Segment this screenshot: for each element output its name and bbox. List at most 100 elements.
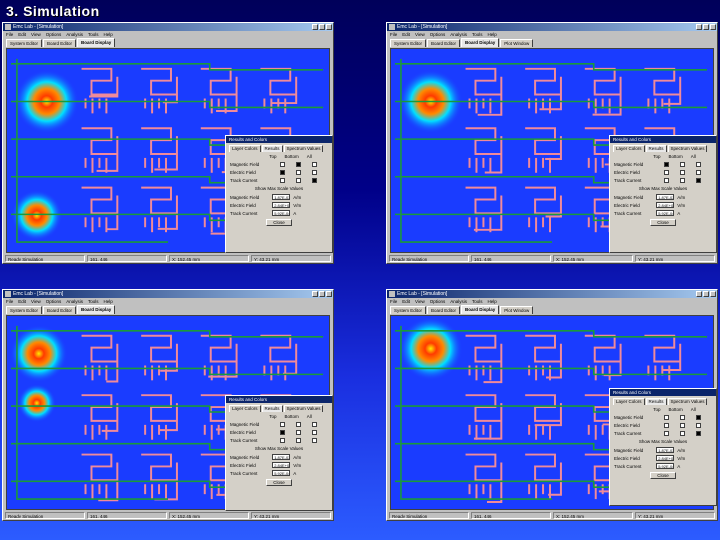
dialog-tab[interactable]: Spectrum Values — [283, 145, 324, 152]
layer-checkbox[interactable] — [696, 177, 702, 183]
layer-checkbox[interactable] — [312, 429, 318, 435]
menu-item[interactable]: File — [6, 31, 13, 38]
layer-checkbox[interactable] — [680, 430, 686, 436]
scale-value-field[interactable]: 2.84E+01 — [272, 462, 291, 468]
menu-item[interactable]: Analysis — [66, 298, 83, 305]
scale-value-field[interactable]: 5.92E-04 — [272, 470, 291, 476]
dialog-title[interactable]: Results and Colors — [226, 136, 332, 143]
layer-checkbox[interactable] — [296, 169, 302, 175]
layer-checkbox[interactable] — [664, 169, 670, 175]
close-button[interactable]: Close — [650, 472, 676, 479]
menu-item[interactable]: Tools — [472, 298, 483, 305]
layer-checkbox[interactable] — [312, 177, 318, 183]
scale-value-field[interactable]: 1.87E-03 — [272, 194, 291, 200]
scale-value-field[interactable]: 1.87E-03 — [272, 454, 291, 460]
menu-item[interactable]: Edit — [402, 31, 410, 38]
layer-checkbox[interactable] — [280, 421, 286, 427]
dialog-title[interactable]: Results and Colors — [226, 396, 332, 403]
layer-checkbox[interactable] — [696, 422, 702, 428]
minimize-icon[interactable] — [312, 24, 318, 30]
scale-value-field[interactable]: 5.92E-04 — [272, 210, 291, 216]
tab[interactable]: Board Display — [77, 38, 116, 47]
tab[interactable]: Board Editor — [427, 306, 461, 314]
dialog-tab[interactable]: Layer Colors — [229, 405, 261, 412]
close-button[interactable]: Close — [266, 219, 292, 226]
minimize-icon[interactable] — [696, 291, 702, 297]
menu-item[interactable]: File — [390, 31, 397, 38]
window-titlebar[interactable]: Emc Lab - [Simulation] — [387, 290, 717, 298]
tab[interactable]: Board Editor — [43, 39, 77, 47]
menu-item[interactable]: Options — [46, 31, 62, 38]
menu-item[interactable]: Options — [430, 31, 446, 38]
dialog-tab[interactable]: Results — [261, 145, 283, 152]
minimize-icon[interactable] — [696, 24, 702, 30]
close-icon[interactable] — [710, 291, 716, 297]
tab[interactable]: Board Display — [77, 305, 116, 314]
tab[interactable]: Plot Window — [500, 39, 534, 47]
window-titlebar[interactable]: Emc Lab - [Simulation] — [3, 23, 333, 31]
layer-checkbox[interactable] — [664, 422, 670, 428]
menu-item[interactable]: Analysis — [450, 298, 467, 305]
layer-checkbox[interactable] — [696, 169, 702, 175]
layer-checkbox[interactable] — [680, 161, 686, 167]
layer-checkbox[interactable] — [280, 437, 286, 443]
menu-item[interactable]: Analysis — [450, 31, 467, 38]
layer-checkbox[interactable] — [680, 169, 686, 175]
close-icon[interactable] — [326, 24, 332, 30]
menu-item[interactable]: View — [415, 31, 425, 38]
close-button[interactable]: Close — [266, 479, 292, 486]
menu-item[interactable]: Tools — [472, 31, 483, 38]
dialog-tab[interactable]: Results — [645, 398, 667, 405]
tab[interactable]: Plot Window — [500, 306, 534, 314]
layer-checkbox[interactable] — [280, 429, 286, 435]
menu-item[interactable]: Edit — [18, 298, 26, 305]
layer-checkbox[interactable] — [680, 177, 686, 183]
menu-item[interactable]: Help — [104, 31, 113, 38]
dialog-tab[interactable]: Layer Colors — [229, 145, 261, 152]
maximize-icon[interactable] — [319, 24, 325, 30]
layer-checkbox[interactable] — [296, 177, 302, 183]
menu-item[interactable]: Help — [488, 31, 497, 38]
scale-value-field[interactable]: 5.92E-04 — [656, 210, 675, 216]
layer-checkbox[interactable] — [312, 161, 318, 167]
tab[interactable]: Board Display — [461, 305, 500, 314]
layer-checkbox[interactable] — [280, 161, 286, 167]
menu-item[interactable]: View — [415, 298, 425, 305]
tab[interactable]: Board Display — [461, 38, 500, 47]
tab[interactable]: System Editor — [6, 306, 43, 314]
layer-checkbox[interactable] — [696, 430, 702, 436]
close-icon[interactable] — [326, 291, 332, 297]
minimize-icon[interactable] — [312, 291, 318, 297]
menu-item[interactable]: Tools — [88, 298, 99, 305]
close-icon[interactable] — [710, 24, 716, 30]
window-titlebar[interactable]: Emc Lab - [Simulation] — [387, 23, 717, 31]
layer-checkbox[interactable] — [280, 169, 286, 175]
tab[interactable]: Board Editor — [427, 39, 461, 47]
menu-item[interactable]: Options — [46, 298, 62, 305]
layer-checkbox[interactable] — [296, 421, 302, 427]
window-titlebar[interactable]: Emc Lab - [Simulation] — [3, 290, 333, 298]
scale-value-field[interactable]: 1.87E-03 — [656, 447, 675, 453]
layer-checkbox[interactable] — [696, 414, 702, 420]
menu-item[interactable]: View — [31, 298, 41, 305]
layer-checkbox[interactable] — [696, 161, 702, 167]
maximize-icon[interactable] — [703, 24, 709, 30]
tab[interactable]: Board Editor — [43, 306, 77, 314]
dialog-tab[interactable]: Results — [645, 145, 667, 152]
maximize-icon[interactable] — [319, 291, 325, 297]
dialog-tab[interactable]: Spectrum Values — [283, 405, 324, 412]
maximize-icon[interactable] — [703, 291, 709, 297]
dialog-tab[interactable]: Layer Colors — [613, 398, 645, 405]
layer-checkbox[interactable] — [680, 422, 686, 428]
layer-checkbox[interactable] — [312, 169, 318, 175]
tab[interactable]: System Editor — [6, 39, 43, 47]
menu-item[interactable]: Edit — [402, 298, 410, 305]
layer-checkbox[interactable] — [664, 414, 670, 420]
menu-item[interactable]: Options — [430, 298, 446, 305]
menu-item[interactable]: Edit — [18, 31, 26, 38]
layer-checkbox[interactable] — [664, 161, 670, 167]
layer-checkbox[interactable] — [280, 177, 286, 183]
menu-item[interactable]: File — [6, 298, 13, 305]
tab[interactable]: System Editor — [390, 39, 427, 47]
scale-value-field[interactable]: 1.87E-03 — [656, 194, 675, 200]
